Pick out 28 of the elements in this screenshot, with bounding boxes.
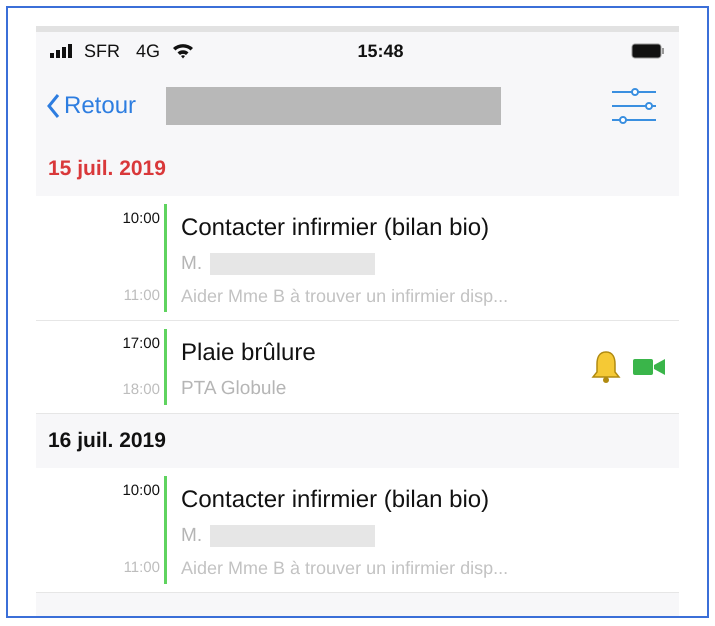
- event-detail: PTA Globule: [181, 376, 286, 400]
- start-time: 10:00: [122, 481, 160, 501]
- end-time: 11:00: [124, 286, 160, 306]
- battery-icon: [631, 43, 665, 59]
- event-row[interactable]: 10:00 11:00 Contacter infirmier (bilan bio) M. Aider Mme B à trouver un infirmier disp...: [36, 468, 679, 592]
- event-note: Aider Mme B à trouver un infirmier disp...: [181, 284, 510, 308]
- event-detail: M.: [181, 252, 202, 276]
- sliders-icon: [611, 88, 657, 124]
- back-button[interactable]: Retour: [46, 88, 136, 124]
- chevron-left-icon: [46, 93, 60, 119]
- start-time: 10:00: [122, 209, 160, 229]
- network-label: 4G: [136, 40, 160, 62]
- carrier-label: SFR: [84, 40, 120, 62]
- event-title: Contacter infirmier (bilan bio): [181, 213, 490, 243]
- date-header: 15 juil. 2019: [48, 156, 166, 182]
- clock-time: 15:48: [356, 40, 405, 62]
- event-detail: M.: [181, 524, 202, 548]
- event-title: Plaie brûlure: [181, 338, 317, 368]
- wifi-icon: [172, 43, 194, 59]
- date-header: 16 juil. 2019: [48, 428, 166, 454]
- event-note: Aider Mme B à trouver un infirmier disp...: [181, 556, 510, 580]
- event-row[interactable]: 10:00 11:00 Contacter infirmier (bilan bio) M. Aider Mme B à trouver un infirmier disp...: [36, 196, 679, 320]
- end-time: 18:00: [122, 380, 160, 400]
- start-time: 17:00: [122, 334, 160, 354]
- event-row[interactable]: 17:00 18:00 Plaie brûlure PTA Globule: [36, 320, 679, 414]
- event-title: Contacter infirmier (bilan bio): [181, 485, 490, 515]
- end-time: 11:00: [124, 558, 160, 578]
- filter-settings-button[interactable]: [611, 88, 657, 124]
